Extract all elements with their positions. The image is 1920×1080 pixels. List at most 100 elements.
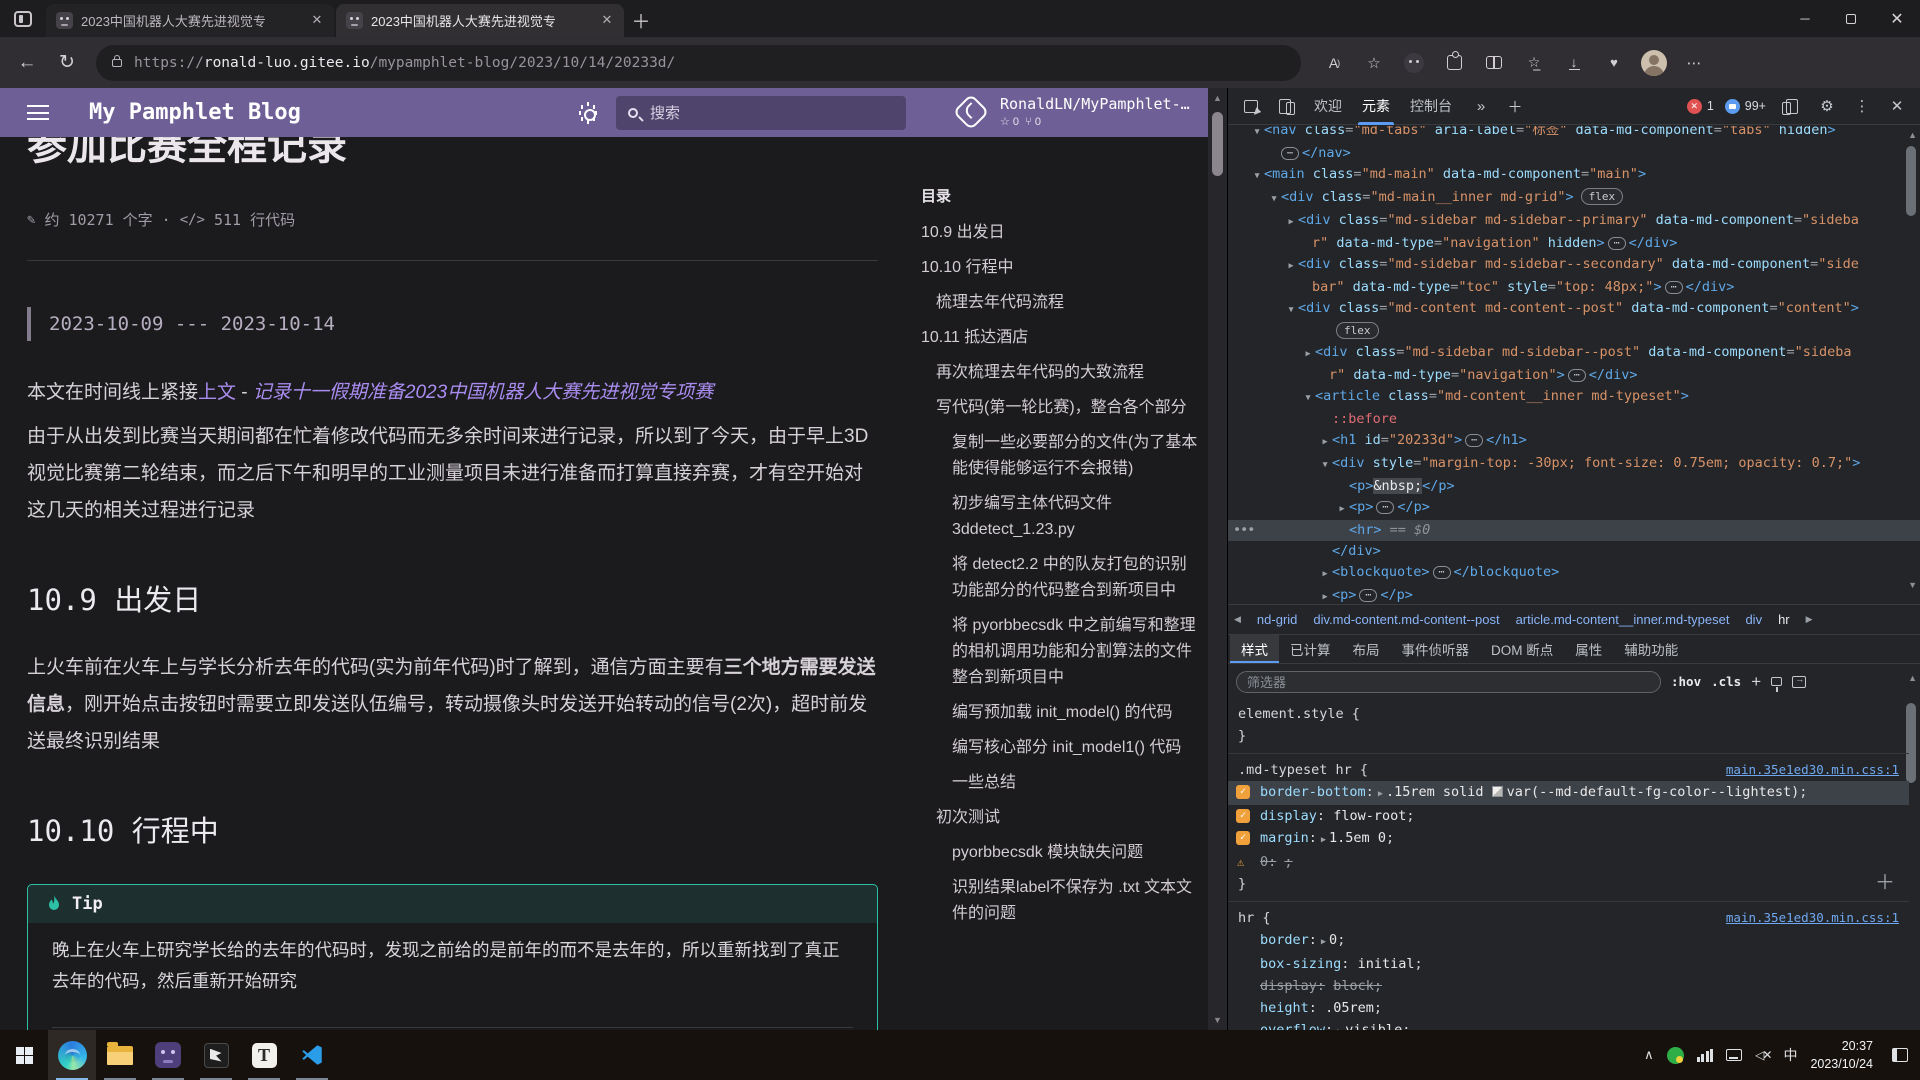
refresh-button[interactable]: ↻: [50, 46, 84, 80]
tree-node[interactable]: ▼<div class="md-main__inner md-grid">fle…: [1228, 187, 1920, 210]
css-selector[interactable]: element.style {: [1238, 703, 1360, 725]
css-property[interactable]: display: block;: [1228, 975, 1909, 997]
toc-item[interactable]: 10.11 抵达酒店: [921, 325, 1199, 351]
color-swatch[interactable]: [1492, 786, 1503, 797]
browser-essentials-icon[interactable]: ♥: [1601, 50, 1627, 76]
taskbar-app-dark[interactable]: [192, 1030, 240, 1080]
tree-node[interactable]: r" data-md-type="navigation">⋯</div>: [1228, 365, 1920, 386]
toc-item[interactable]: 再次梳理去年代码的大致流程: [921, 360, 1199, 386]
toc-item[interactable]: 写代码(第一轮比赛)，整合各个部分: [921, 395, 1199, 421]
styles-tab[interactable]: 事件侦听器: [1391, 635, 1481, 663]
maximize-button[interactable]: [1828, 0, 1874, 37]
breadcrumb-item[interactable]: article.md-content__inner.md-typeset: [1516, 612, 1730, 627]
collapsed-content-icon[interactable]: ⋯: [1665, 281, 1683, 294]
collapsed-content-icon[interactable]: ⋯: [1376, 501, 1394, 514]
profile-avatar[interactable]: [1641, 50, 1667, 76]
expand-arrow-icon[interactable]: ▼: [1250, 166, 1264, 187]
error-badge-icon[interactable]: ✕: [1687, 99, 1702, 114]
collections-icon[interactable]: ☆̲: [1521, 50, 1547, 76]
tray-expand-icon[interactable]: ∧: [1644, 1047, 1654, 1063]
expand-arrow-icon[interactable]: ▼: [1284, 300, 1298, 321]
styles-tab[interactable]: 已计算: [1279, 635, 1342, 663]
toc-item[interactable]: 初次测试: [921, 805, 1199, 831]
breadcrumb-item[interactable]: nd-grid: [1257, 612, 1297, 627]
browser-tab-1[interactable]: 2023中国机器人大赛先进视觉专 ✕: [46, 4, 334, 37]
repo-link[interactable]: RonaldLN/MyPamphlet-… ☆ 0 ⑂ 0: [958, 96, 1208, 129]
tree-node[interactable]: ▶<div class="md-sidebar md-sidebar--post…: [1228, 342, 1920, 365]
expand-arrow-icon[interactable]: ▶: [1335, 499, 1349, 520]
css-property[interactable]: ✓margin:▶1.5em 0;: [1228, 827, 1909, 851]
tree-node[interactable]: ▼<div class="md-content md-content--post…: [1228, 298, 1920, 321]
styles-tab[interactable]: 样式: [1230, 635, 1279, 663]
extensions-puzzle-icon[interactable]: [1441, 50, 1467, 76]
tree-node[interactable]: flex: [1228, 321, 1920, 342]
scrollbar-thumb[interactable]: [1212, 112, 1223, 176]
tree-node[interactable]: ▶<div class="md-sidebar md-sidebar--prim…: [1228, 210, 1920, 233]
property-checkbox[interactable]: ✓: [1236, 809, 1250, 823]
property-checkbox[interactable]: ✓: [1236, 785, 1250, 799]
theme-toggle-icon[interactable]: [578, 103, 598, 123]
toc-item[interactable]: 10.9 出发日: [921, 220, 1199, 246]
split-screen-icon[interactable]: [1481, 50, 1507, 76]
css-property[interactable]: border:▶0;: [1228, 929, 1909, 953]
devtools-tab[interactable]: 控制台: [1400, 88, 1462, 125]
back-button[interactable]: ←: [10, 46, 44, 80]
taskbar-edge[interactable]: [48, 1030, 96, 1080]
page-scrollbar[interactable]: ▲ ▼: [1208, 88, 1227, 1030]
ime-indicator[interactable]: 中: [1783, 1045, 1797, 1065]
tree-node-selected[interactable]: •••<hr> == $0: [1228, 520, 1920, 541]
volume-muted-icon[interactable]: ◁✕: [1755, 1048, 1770, 1062]
network-icon[interactable]: [1697, 1049, 1714, 1062]
styles-filter-input[interactable]: 筛选器: [1236, 671, 1661, 693]
address-bar[interactable]: https://ronald-luo.gitee.io/mypamphlet-b…: [96, 45, 1301, 81]
tree-node[interactable]: ⋯</nav>: [1228, 143, 1920, 164]
expand-arrow-icon[interactable]: ▶: [1318, 587, 1332, 604]
expand-arrow-icon[interactable]: ▶: [1284, 256, 1298, 277]
tree-scroll-down-icon[interactable]: ▼: [1908, 580, 1917, 590]
taskbar-app-purple[interactable]: [144, 1030, 192, 1080]
add-panel-icon[interactable]: ＋: [1500, 91, 1530, 121]
message-badge-icon[interactable]: [1725, 99, 1740, 114]
toc-item[interactable]: 10.10 行程中: [921, 255, 1199, 281]
devtools-settings-icon[interactable]: ⚙: [1812, 91, 1842, 121]
toc-item[interactable]: 梳理去年代码流程: [921, 290, 1199, 316]
tab-close-icon[interactable]: ✕: [308, 12, 326, 30]
taskbar-explorer[interactable]: [96, 1030, 144, 1080]
tree-node[interactable]: ▶<h1 id="20233d">⋯</h1>: [1228, 430, 1920, 453]
css-property[interactable]: ✓display: flow-root;: [1228, 805, 1909, 827]
node-menu-icon[interactable]: •••: [1233, 520, 1254, 541]
tree-node[interactable]: ▶<p>⋯</p>: [1228, 497, 1920, 520]
start-button[interactable]: [0, 1030, 48, 1080]
lock-icon[interactable]: [112, 59, 122, 67]
property-checkbox[interactable]: ✓: [1236, 831, 1250, 845]
favorite-star-icon[interactable]: ☆: [1361, 50, 1387, 76]
tree-node[interactable]: <p>&nbsp;</p>: [1228, 476, 1920, 497]
css-property[interactable]: overflow:▶visible;: [1228, 1019, 1909, 1030]
read-aloud-icon[interactable]: A): [1321, 50, 1347, 76]
link-previous-post[interactable]: 上文: [198, 382, 236, 403]
css-selector[interactable]: hr {: [1238, 907, 1271, 929]
tree-node[interactable]: ▶<div class="md-sidebar md-sidebar--seco…: [1228, 254, 1920, 277]
expand-arrow-icon[interactable]: ▼: [1267, 189, 1281, 210]
tab-close-icon[interactable]: ✕: [598, 12, 616, 30]
scroll-up-icon[interactable]: ▲: [1208, 93, 1227, 103]
css-selector[interactable]: .md-typeset hr {: [1238, 759, 1368, 781]
styles-tab[interactable]: 属性: [1564, 635, 1613, 663]
styles-pane[interactable]: element.style {}.md-typeset hr {main.35e…: [1228, 698, 1909, 1030]
browser-tab-2[interactable]: 2023中国机器人大赛先进视觉专 ✕: [336, 4, 624, 37]
toc-item[interactable]: 编写预加载 init_model() 的代码: [921, 700, 1199, 726]
expand-arrow-icon[interactable]: ▼: [1318, 455, 1332, 476]
link-previous-post-title[interactable]: 记录十一假期准备2023中国机器人大赛先进视觉专项赛: [253, 382, 713, 403]
new-style-rule-icon[interactable]: +: [1751, 672, 1761, 692]
breadcrumb-item[interactable]: div.md-content.md-content--post: [1313, 612, 1499, 627]
tree-node[interactable]: ▶<blockquote>⋯</blockquote>: [1228, 562, 1920, 585]
expand-arrow-icon[interactable]: ▶: [1318, 432, 1332, 453]
collapsed-content-icon[interactable]: ⋯: [1608, 237, 1626, 250]
breadcrumb-item[interactable]: div: [1745, 612, 1762, 627]
devtools-tab[interactable]: 元素: [1352, 88, 1400, 125]
styles-scroll-up-icon[interactable]: ▲: [1908, 673, 1917, 683]
stylesheet-link[interactable]: main.35e1ed30.min.css:1: [1726, 907, 1899, 929]
tree-node[interactable]: bar" data-md-type="toc" style="top: 48px…: [1228, 277, 1920, 298]
brush-icon[interactable]: [1771, 677, 1782, 686]
tree-node[interactable]: r" data-md-type="navigation" hidden>⋯</d…: [1228, 233, 1920, 254]
